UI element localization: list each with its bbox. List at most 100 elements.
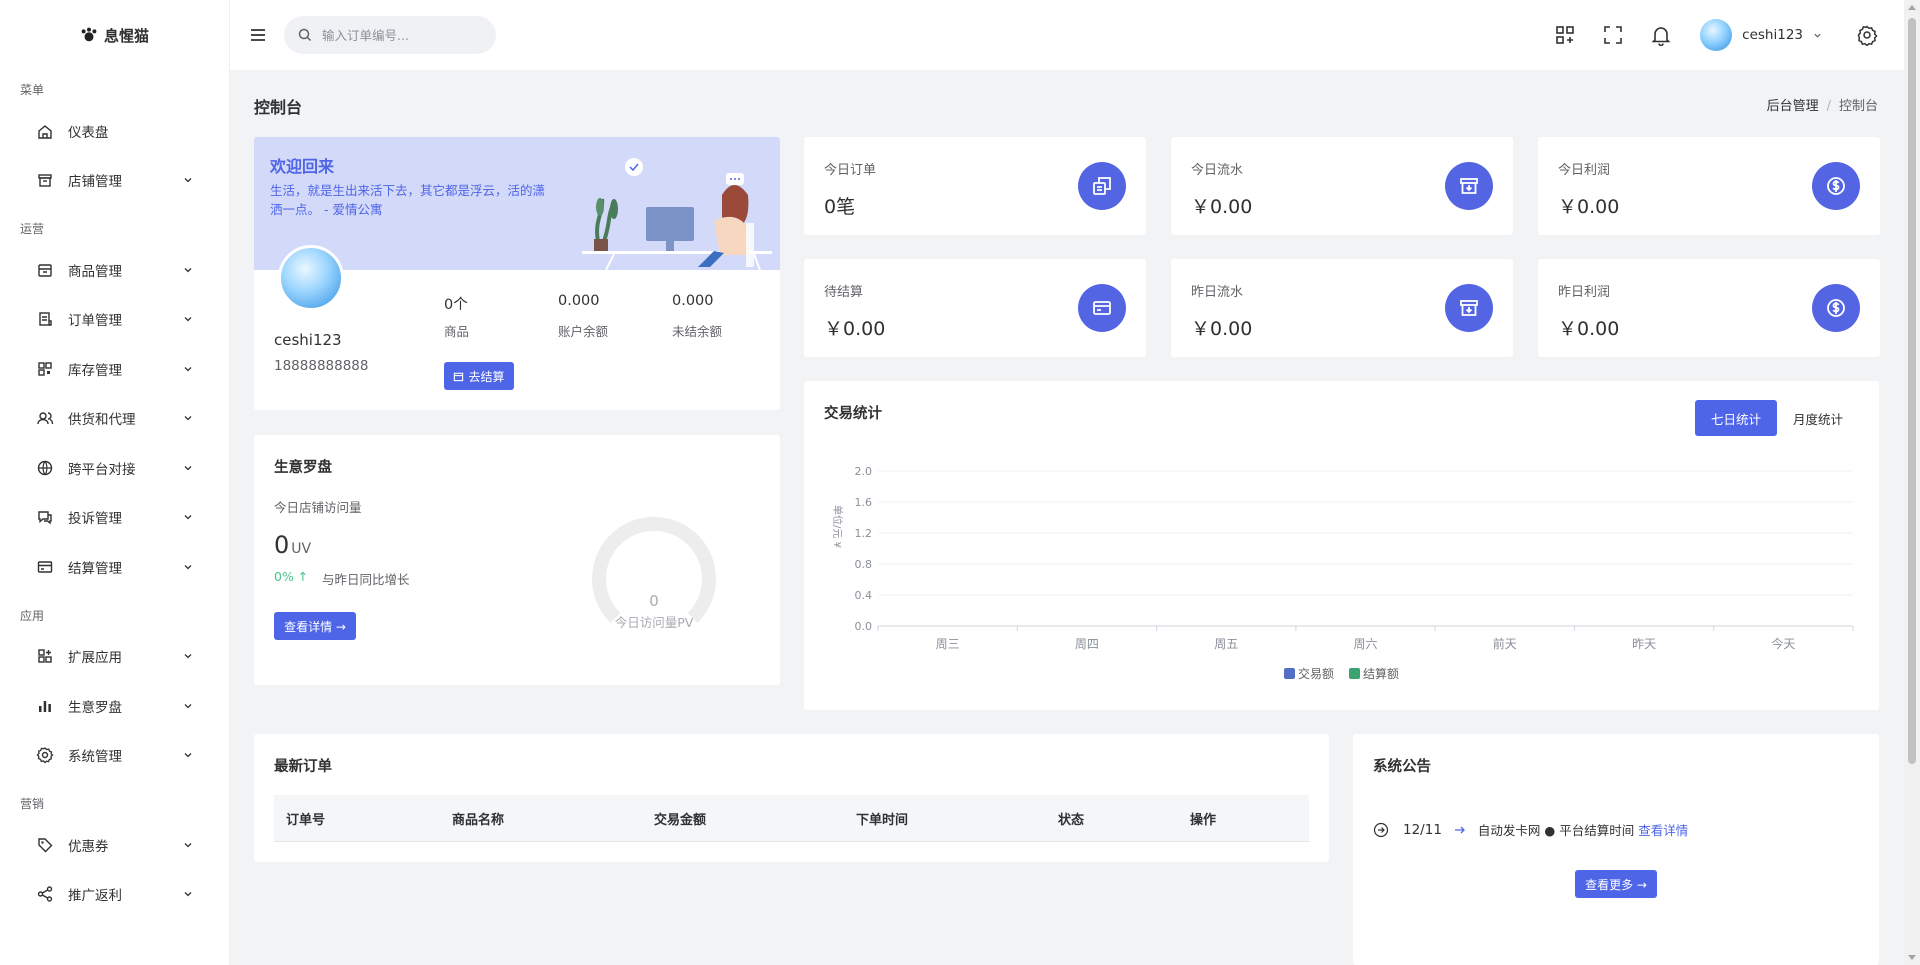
chevron-down-icon <box>183 651 193 661</box>
sidebar-item[interactable]: 供货和代理 <box>0 394 229 444</box>
chevron-down-icon <box>183 175 193 185</box>
view-details-button[interactable]: 查看详情 → <box>274 612 356 640</box>
x-tick-label: 周四 <box>1075 637 1099 651</box>
y-tick-label: 0.8 <box>855 558 873 571</box>
chevron-down-icon <box>183 364 193 374</box>
arrow-circle-icon <box>1373 822 1389 837</box>
store-icon <box>36 171 54 189</box>
breadcrumb-item-admin[interactable]: 后台管理 <box>1767 99 1819 114</box>
topbar: ceshi123 <box>230 0 1904 70</box>
profile-username: ceshi123 <box>274 331 342 349</box>
app-logo-text: 息惺猫 <box>103 26 149 45</box>
breadcrumb-item-current: 控制台 <box>1838 99 1878 114</box>
page-scrollbar[interactable] <box>1904 0 1920 965</box>
stat-card: 待结算 ￥0.00 <box>804 259 1146 357</box>
chevron-down-icon <box>183 314 193 324</box>
sidebar-item[interactable]: 结算管理 <box>0 542 229 592</box>
sidebar-item-label: 投诉管理 <box>68 511 122 528</box>
card-icon <box>36 558 54 576</box>
sidebar-item[interactable]: 仪表盘 <box>0 106 229 156</box>
notice-item: 12/11 自动发卡网 ● 平台结算时间 查看详情 <box>1373 820 1688 839</box>
topbar-actions: ceshi123 <box>1528 19 1878 51</box>
sidebar-item[interactable]: 生意罗盘 <box>0 681 229 731</box>
col-status: 状态 <box>1058 812 1085 828</box>
search-input[interactable] <box>322 27 482 43</box>
y-tick-label: 2.0 <box>855 465 873 478</box>
stat-card: 今日订单 0笔 <box>804 137 1146 235</box>
avatar <box>1700 19 1733 51</box>
sidebar-item-label: 生意罗盘 <box>68 699 122 716</box>
view-more-button[interactable]: 查看更多 → <box>1575 870 1657 898</box>
apps-add-icon[interactable] <box>1554 24 1576 46</box>
notice-detail-link[interactable]: 查看详情 <box>1638 820 1688 839</box>
sidebar-item[interactable]: 库存管理 <box>0 344 229 394</box>
stat-card-value: 0笔 <box>824 196 856 218</box>
trade-stats-card: 交易统计 七日统计 月度统计 0.0 0.4 0.8 1.2 1.6 2.0 单位/元 ¥ 周… <box>804 381 1879 710</box>
sidebar-item[interactable]: 投诉管理 <box>0 493 229 543</box>
users-icon <box>36 409 54 427</box>
sidebar-item-label: 推广返利 <box>68 888 122 905</box>
compass-subtitle: 今日店铺访问量 <box>274 500 362 515</box>
stat-products-label: 商品 <box>444 324 470 339</box>
sidebar-item[interactable]: 跨平台对接 <box>0 443 229 493</box>
chevron-down-icon <box>183 840 193 850</box>
y-axis-label: 单位/元 ¥ <box>831 505 844 548</box>
sidebar-item[interactable]: 扩展应用 <box>0 632 229 682</box>
page-title: 控制台 <box>254 98 303 117</box>
sidebar-item-label: 系统管理 <box>68 749 122 766</box>
fullscreen-icon[interactable] <box>1602 24 1624 46</box>
stat-card: 昨日流水 ￥0.00 <box>1171 259 1513 357</box>
dollar-icon <box>1812 284 1860 332</box>
stat-card-title: 昨日流水 <box>1191 285 1244 300</box>
menu-toggle-icon[interactable] <box>248 25 268 45</box>
sidebar: 息惺猫 菜单 仪表盘 店铺管理 运营 商品管理 订单管理 库存管理 供货和代理 跨平台对接 投诉管… <box>0 0 230 965</box>
stat-unsettled-value: 0.000 <box>672 293 714 309</box>
sidebar-item[interactable]: 订单管理 <box>0 295 229 345</box>
chevron-down-icon <box>183 701 193 711</box>
welcome-banner: 欢迎回来 生活，就是生出来活下去，其它都是浮云，活的潇洒一点。 - 爱情公寓 <box>254 137 780 270</box>
archive-icon <box>1445 162 1493 210</box>
legend-swatch <box>1284 668 1295 679</box>
stat-unsettled-label: 未结余额 <box>672 324 723 339</box>
sidebar-item-label: 店铺管理 <box>68 174 122 191</box>
orders-title: 最新订单 <box>274 759 332 775</box>
sidebar-item-label: 扩展应用 <box>68 650 122 667</box>
stat-card-value: ￥0.00 <box>1191 318 1253 340</box>
stat-balance-value: 0.000 <box>558 293 600 309</box>
x-tick-label: 周三 <box>936 637 960 651</box>
x-tick-label: 昨天 <box>1632 637 1656 651</box>
sidebar-item[interactable]: 店铺管理 <box>0 156 229 206</box>
profile-phone: 18888888888 <box>274 358 369 374</box>
archive-icon <box>1445 284 1493 332</box>
chevron-down-icon <box>183 512 193 522</box>
breadcrumb: 后台管理 / 控制台 <box>1766 99 1878 114</box>
col-order-no: 订单号 <box>286 812 326 828</box>
sidebar-item[interactable]: 商品管理 <box>0 245 229 295</box>
scrollbar-thumb[interactable] <box>1908 18 1916 764</box>
tag-icon <box>36 836 54 854</box>
user-menu[interactable]: ceshi123 <box>1700 19 1822 51</box>
sidebar-item[interactable]: 系统管理 <box>0 731 229 781</box>
app-logo[interactable]: 息惺猫 <box>0 0 229 70</box>
col-actions: 操作 <box>1190 812 1217 828</box>
sidebar-item-label: 仪表盘 <box>68 124 109 141</box>
chevron-down-icon <box>183 463 193 473</box>
chevron-down-icon <box>183 750 193 760</box>
order-icon <box>36 310 54 328</box>
profile-avatar <box>278 245 344 311</box>
sidebar-group-title: 运营 <box>20 222 45 236</box>
bell-icon[interactable] <box>1650 24 1672 46</box>
gear-icon[interactable] <box>1856 24 1878 46</box>
scroll-down-arrow-icon[interactable] <box>1908 955 1916 960</box>
stat-balance-label: 账户余额 <box>558 324 609 339</box>
notice-title: 系统公告 <box>1373 759 1431 775</box>
scroll-up-arrow-icon[interactable] <box>1908 5 1916 10</box>
sidebar-item[interactable]: 优惠券 <box>0 820 229 870</box>
sidebar-item[interactable]: 推广返利 <box>0 870 229 920</box>
globe-icon <box>36 459 54 477</box>
col-order-time: 下单时间 <box>856 812 909 828</box>
settle-button[interactable]: 去结算 <box>444 362 514 390</box>
stat-card: 今日利润 ￥0.00 <box>1538 137 1880 235</box>
dollar-icon <box>1812 162 1860 210</box>
sidebar-group-title: 营销 <box>20 797 45 811</box>
